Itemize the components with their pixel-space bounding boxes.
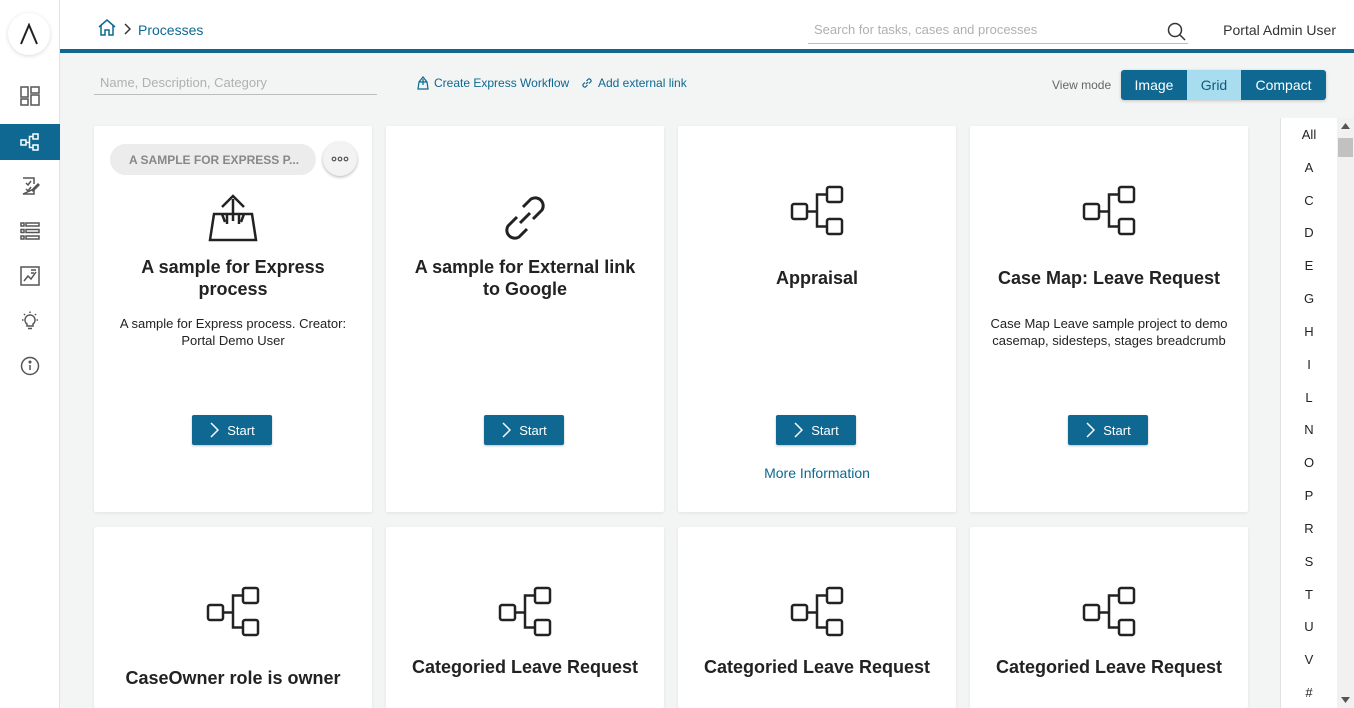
category-chip[interactable]: A SAMPLE FOR EXPRESS P...: [110, 144, 316, 175]
start-label: Start: [1103, 422, 1131, 438]
card-title[interactable]: Categoried Leave Request: [990, 656, 1228, 678]
process-icon: [1081, 585, 1137, 641]
filter-field: [94, 71, 377, 95]
user-menu[interactable]: Portal Admin User: [1223, 22, 1336, 38]
scrollbar[interactable]: [1337, 118, 1354, 708]
card-title[interactable]: A sample for External link to Google: [406, 256, 644, 300]
start-label: Start: [227, 422, 255, 438]
logo[interactable]: [8, 13, 50, 55]
alpha-item-u[interactable]: U: [1281, 619, 1337, 634]
alpha-item-all[interactable]: All: [1281, 127, 1337, 142]
card-title[interactable]: A sample for Express process: [114, 256, 352, 300]
dashboard-icon[interactable]: [0, 78, 60, 114]
process-card[interactable]: Appraisal Start More Information: [678, 126, 956, 512]
process-icon: [789, 585, 845, 641]
card-title[interactable]: Case Map: Leave Request: [990, 267, 1228, 289]
start-label: Start: [811, 422, 839, 438]
tasks-icon[interactable]: [0, 168, 60, 204]
home-icon[interactable]: [98, 19, 116, 41]
idea-icon[interactable]: [0, 303, 60, 339]
process-icon: [497, 585, 553, 641]
cases-icon[interactable]: [0, 213, 60, 249]
start-button[interactable]: Start: [192, 415, 272, 445]
global-search: [808, 17, 1188, 44]
start-label: Start: [519, 422, 547, 438]
card-description: A sample for Express process. Creator: P…: [119, 316, 347, 348]
alpha-item-d[interactable]: D: [1281, 225, 1337, 240]
alpha-item-r[interactable]: R: [1281, 521, 1337, 536]
start-button[interactable]: Start: [484, 415, 564, 445]
alpha-item-v[interactable]: V: [1281, 652, 1337, 667]
start-button[interactable]: Start: [776, 415, 856, 445]
alpha-item-o[interactable]: O: [1281, 455, 1337, 470]
process-card[interactable]: A sample for External link to Google Sta…: [386, 126, 664, 512]
alpha-item-e[interactable]: E: [1281, 258, 1337, 273]
more-icon: [331, 156, 349, 162]
statistics-icon[interactable]: [0, 258, 60, 294]
process-icon: [1081, 184, 1137, 240]
view-mode-selector: Image Grid Compact: [1121, 70, 1326, 100]
add-external-link-button[interactable]: Add external link: [580, 76, 687, 90]
processes-icon[interactable]: [0, 124, 60, 160]
view-mode-label: View mode: [1052, 78, 1112, 92]
card-title[interactable]: Categoried Leave Request: [406, 656, 644, 678]
search-input[interactable]: [808, 17, 1148, 41]
start-button[interactable]: Start: [1068, 415, 1148, 445]
process-icon: [789, 184, 845, 240]
alpha-item-s[interactable]: S: [1281, 554, 1337, 569]
alpha-item-g[interactable]: G: [1281, 291, 1337, 306]
card-title[interactable]: Appraisal: [698, 267, 936, 289]
add-external-label: Add external link: [598, 76, 687, 90]
express-workflow-icon: [205, 188, 261, 244]
scroll-up-arrow-icon[interactable]: [1341, 123, 1350, 129]
alpha-item-hash[interactable]: #: [1281, 685, 1337, 700]
process-card[interactable]: Categoried Leave Request: [386, 527, 664, 708]
card-description: Case Map Leave sample project to demo ca…: [990, 316, 1228, 348]
view-mode-image-button[interactable]: Image: [1121, 70, 1187, 100]
process-icon: [205, 585, 261, 641]
card-title[interactable]: Categoried Leave Request: [698, 656, 936, 678]
filter-input[interactable]: [94, 71, 377, 93]
more-information-link[interactable]: More Information: [678, 465, 956, 481]
chevron-right-icon: [794, 422, 804, 438]
view-mode-compact-button[interactable]: Compact: [1241, 70, 1326, 100]
scroll-thumb[interactable]: [1338, 138, 1353, 157]
card-title[interactable]: CaseOwner role is owner: [114, 667, 352, 689]
chevron-right-icon: [502, 422, 512, 438]
link-icon: [582, 78, 592, 88]
more-options-button[interactable]: [323, 142, 357, 176]
chevron-right-icon: [123, 22, 132, 40]
create-express-workflow-button[interactable]: Create Express Workflow: [416, 76, 569, 90]
alpha-item-i[interactable]: I: [1281, 357, 1337, 372]
create-express-label: Create Express Workflow: [434, 76, 570, 90]
chevron-right-icon: [1086, 422, 1096, 438]
header: Processes Portal Admin User: [60, 0, 1354, 53]
alpha-item-c[interactable]: C: [1281, 193, 1337, 208]
scroll-down-arrow-icon[interactable]: [1341, 697, 1350, 703]
alpha-item-n[interactable]: N: [1281, 422, 1337, 437]
alpha-item-t[interactable]: T: [1281, 587, 1337, 602]
link-icon: [497, 190, 553, 246]
sidebar: [0, 0, 60, 708]
alpha-item-a[interactable]: A: [1281, 160, 1337, 175]
chevron-right-icon: [210, 422, 220, 438]
alpha-item-p[interactable]: P: [1281, 488, 1337, 503]
express-workflow-icon: [417, 76, 429, 90]
view-mode-grid-button[interactable]: Grid: [1187, 70, 1241, 100]
process-card[interactable]: Case Map: Leave Request Case Map Leave s…: [970, 126, 1248, 512]
process-card[interactable]: Categoried Leave Request: [970, 527, 1248, 708]
process-card[interactable]: Categoried Leave Request: [678, 527, 956, 708]
alpha-item-l[interactable]: L: [1281, 390, 1337, 405]
search-icon[interactable]: [1167, 22, 1186, 46]
process-card[interactable]: A SAMPLE FOR EXPRESS P... A sample for E…: [94, 126, 372, 512]
alphabet-filter: All A C D E G H I L N O P R S T U V #: [1280, 118, 1354, 708]
process-card[interactable]: CaseOwner role is owner: [94, 527, 372, 708]
alpha-item-h[interactable]: H: [1281, 324, 1337, 339]
info-icon[interactable]: [0, 348, 60, 384]
breadcrumb[interactable]: Processes: [138, 22, 203, 38]
